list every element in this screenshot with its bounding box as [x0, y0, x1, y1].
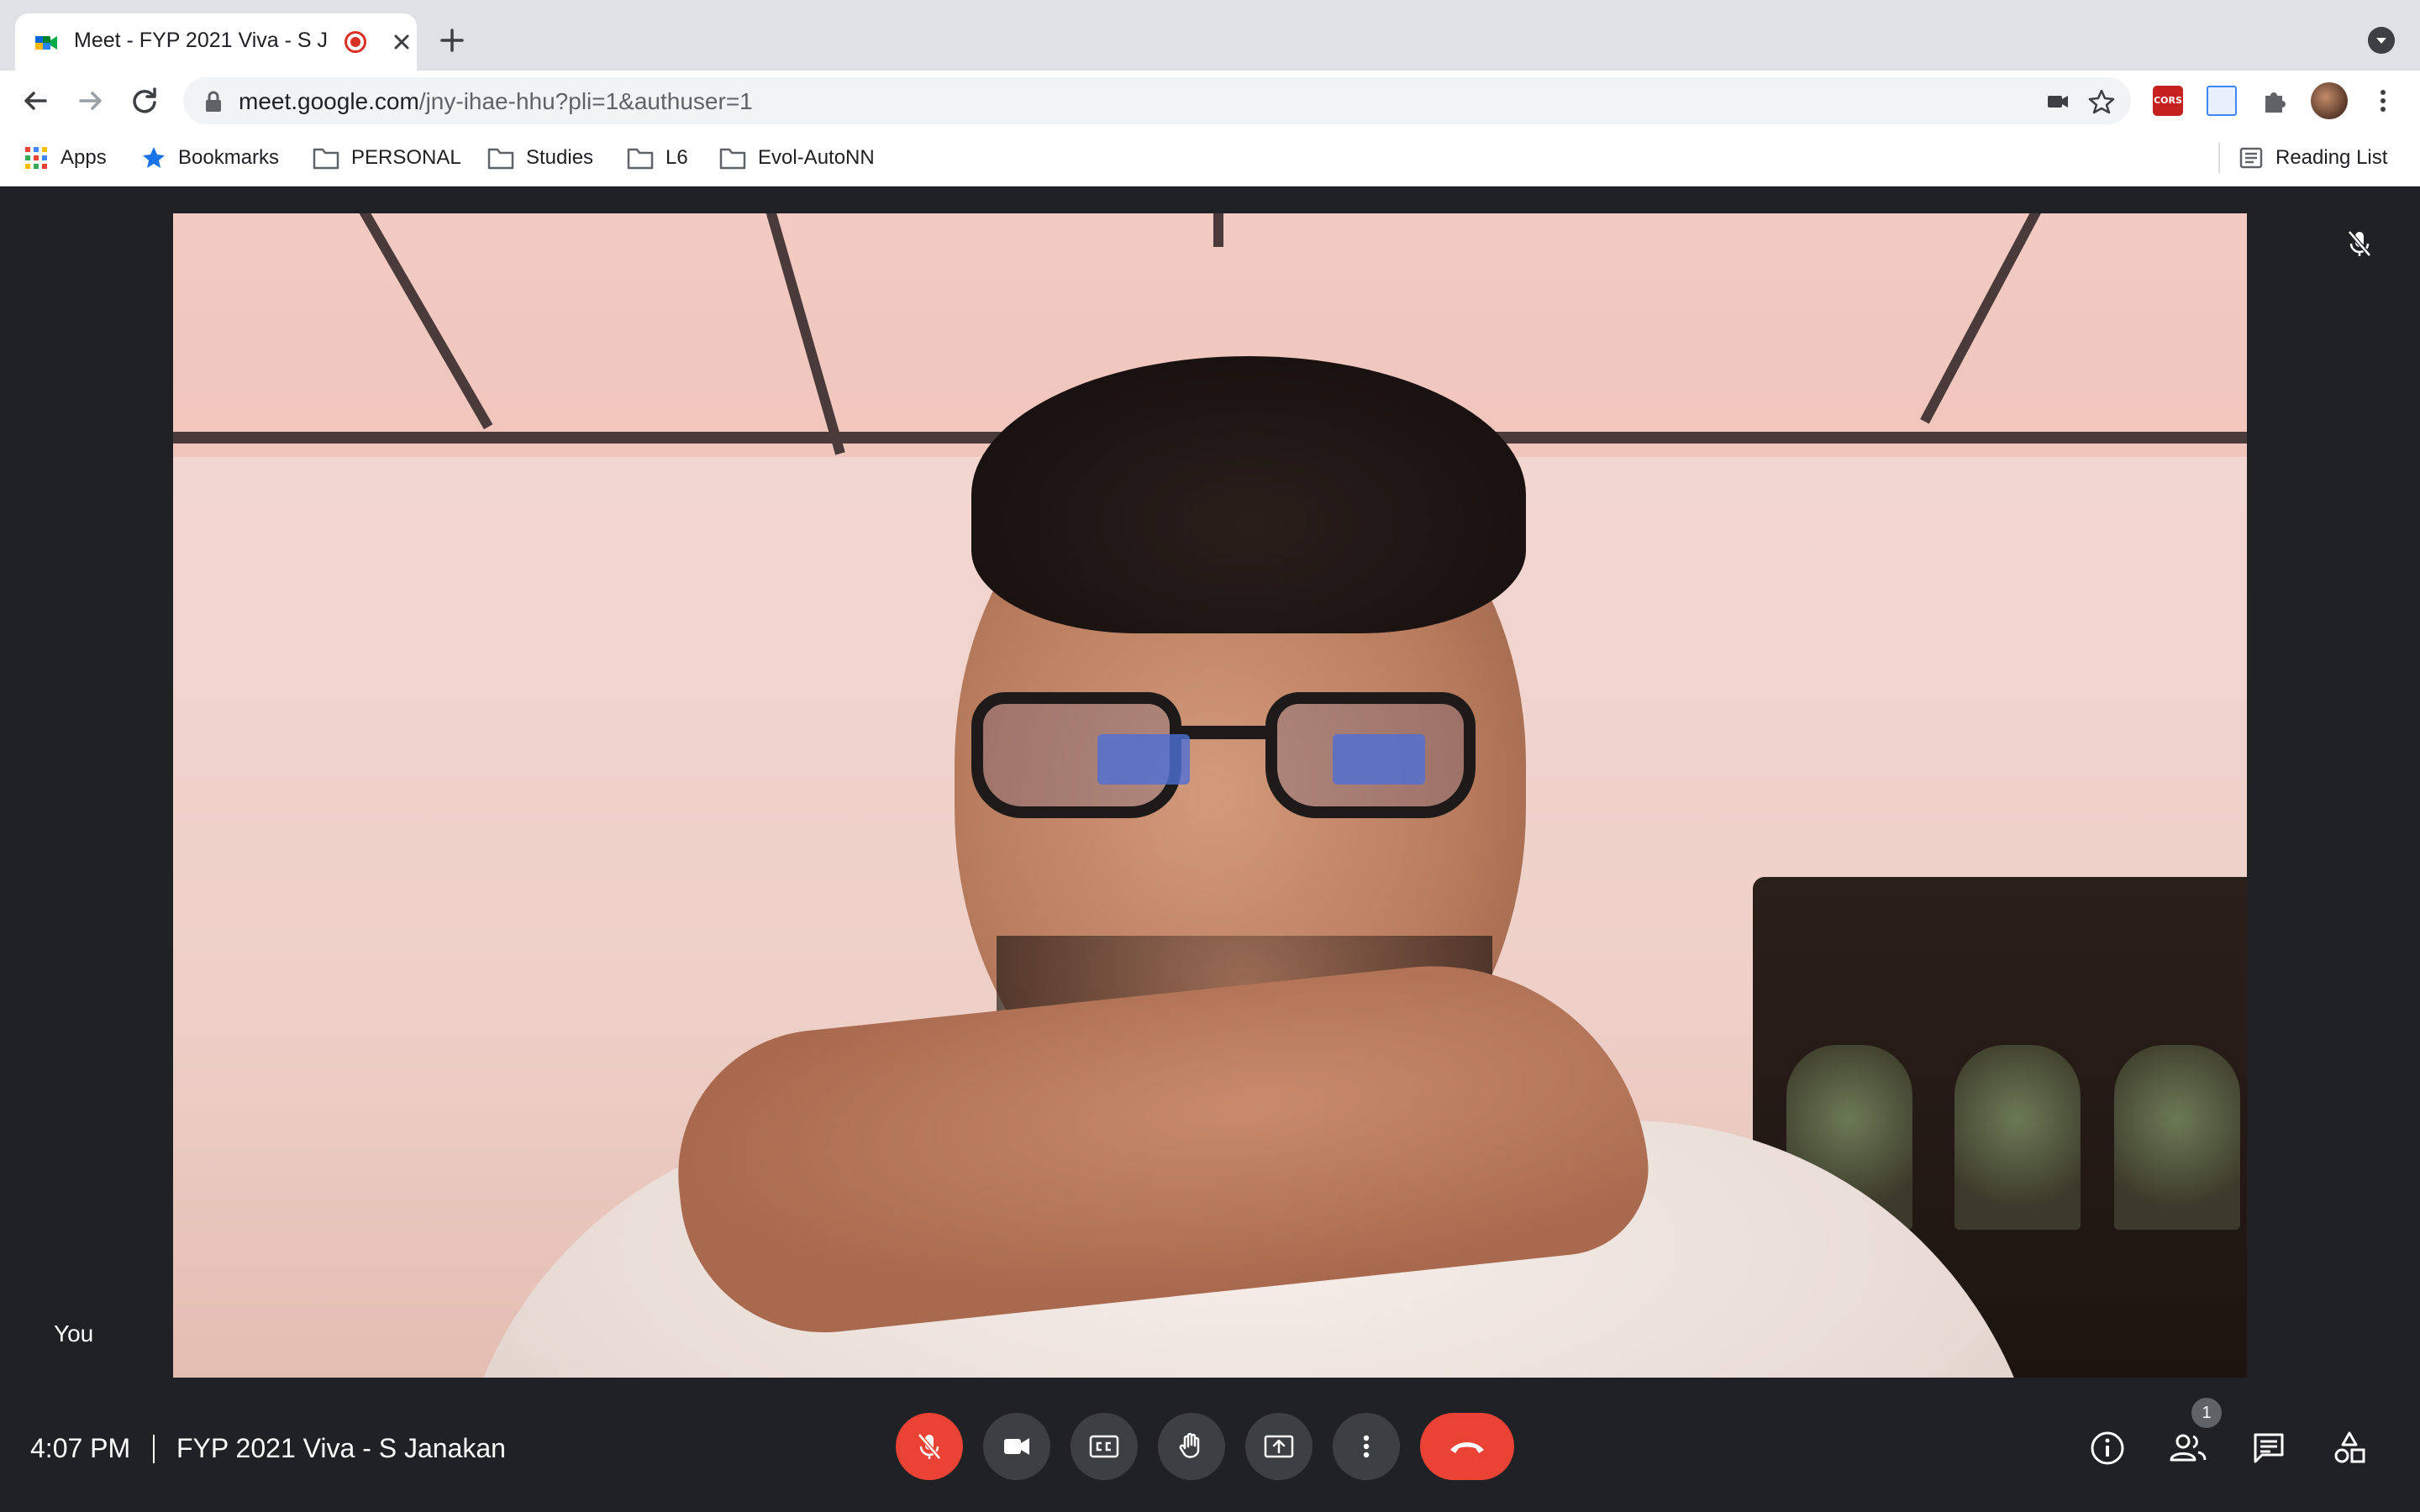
- docs-extension-icon[interactable]: [2207, 86, 2237, 116]
- info-icon: [2091, 1431, 2124, 1465]
- bookmark-apps[interactable]: Apps: [24, 143, 107, 173]
- recording-indicator-icon: [345, 31, 366, 53]
- folder-icon: [719, 148, 746, 170]
- self-video-feed: [173, 213, 2247, 1378]
- folder-icon: [313, 148, 339, 170]
- video-cabinet-panel: [1954, 1045, 2081, 1230]
- camera-toggle-button[interactable]: [983, 1413, 1050, 1480]
- reading-list-label: Reading List: [2275, 146, 2388, 169]
- bookmark-folder-studies[interactable]: Studies: [487, 143, 593, 173]
- cors-extension-icon[interactable]: CORS: [2153, 86, 2183, 116]
- apps-grid-icon: [25, 147, 47, 169]
- self-name-label: You: [54, 1320, 94, 1347]
- closed-captions-icon: [1089, 1435, 1119, 1458]
- profile-avatar[interactable]: [2311, 82, 2348, 119]
- reading-list-icon: [2239, 147, 2263, 169]
- bookmark-label: Bookmarks: [178, 146, 280, 169]
- browser-toolbar: meet.google.com/jny-ihae-hhu?pli=1&authu…: [0, 71, 2420, 131]
- clock-divider: [153, 1435, 155, 1463]
- new-tab-icon[interactable]: [435, 24, 469, 57]
- tab-search-icon[interactable]: [2368, 27, 2395, 54]
- bookmark-label: Evol-AutoNN: [758, 146, 875, 169]
- browser-menu-icon[interactable]: [2368, 86, 2398, 116]
- captions-button[interactable]: [1071, 1413, 1138, 1480]
- lock-icon[interactable]: [203, 91, 224, 113]
- video-cabinet-panel: [2114, 1045, 2240, 1230]
- url-path: /jny-ihae-hhu?pli=1&authuser=1: [418, 88, 753, 114]
- raise-hand-button[interactable]: [1158, 1413, 1225, 1480]
- bookmark-star-icon[interactable]: [2087, 87, 2116, 116]
- bookmark-label: Apps: [60, 146, 107, 169]
- video-beam: [1213, 213, 1223, 247]
- forward-icon[interactable]: [72, 82, 109, 119]
- meeting-title: FYP 2021 Viva - S Janakan: [176, 1433, 506, 1463]
- people-icon: [2170, 1434, 2207, 1462]
- meeting-details-button[interactable]: [2087, 1428, 2128, 1468]
- activities-shapes-icon: [2334, 1431, 2365, 1463]
- present-screen-icon: [1264, 1435, 1294, 1458]
- browser-tab-meet[interactable]: Meet - FYP 2021 Viva - S J: [15, 13, 417, 71]
- chat-button[interactable]: [2249, 1428, 2289, 1468]
- present-screen-button[interactable]: [1245, 1413, 1313, 1480]
- reload-icon[interactable]: [126, 82, 163, 119]
- mic-off-icon: [918, 1433, 941, 1460]
- bookmark-bookmarks[interactable]: Bookmarks: [141, 143, 279, 173]
- google-meet-icon: [35, 36, 57, 50]
- video-lens-glare: [1097, 734, 1190, 785]
- url-text[interactable]: meet.google.com/jny-ihae-hhu?pli=1&authu…: [239, 88, 753, 115]
- bookmarks-divider: [2218, 143, 2220, 173]
- end-call-icon: [1450, 1442, 1484, 1453]
- tab-title: Meet - FYP 2021 Viva - S J: [74, 29, 328, 52]
- bookmark-folder-evol-autonn[interactable]: Evol-AutoNN: [719, 143, 875, 173]
- leave-call-button[interactable]: [1420, 1413, 1514, 1480]
- meeting-clock: 4:07 PM: [30, 1433, 131, 1463]
- bookmark-label: Studies: [526, 146, 594, 169]
- tab-strip: Meet - FYP 2021 Viva - S J: [0, 0, 2420, 71]
- bookmarks-bar: Apps Bookmarks PERSONAL Studies L6 Evol-…: [0, 131, 2420, 186]
- camera-icon: [1004, 1438, 1029, 1455]
- raise-hand-icon: [1179, 1432, 1200, 1458]
- chat-icon: [2254, 1433, 2284, 1463]
- star-icon: [143, 147, 165, 168]
- video-lens-glare: [1333, 734, 1425, 785]
- bookmark-folder-l6[interactable]: L6: [627, 143, 688, 173]
- mic-toggle-button[interactable]: [896, 1413, 963, 1480]
- participants-count-badge: 1: [2191, 1398, 2222, 1428]
- meet-stage: You 4:07 PM FYP 2021 Viva - S Janakan 1: [0, 186, 2420, 1512]
- folder-icon: [627, 148, 654, 170]
- more-options-button[interactable]: [1333, 1413, 1400, 1480]
- url-host: meet.google.com: [239, 88, 419, 114]
- extensions-puzzle-icon[interactable]: [2259, 86, 2289, 116]
- back-icon[interactable]: [17, 82, 54, 119]
- address-bar[interactable]: meet.google.com/jny-ihae-hhu?pli=1&authu…: [183, 77, 2131, 124]
- video-person-hair: [971, 356, 1526, 633]
- reading-list-button[interactable]: Reading List: [2238, 143, 2387, 173]
- more-vert-icon: [1363, 1435, 1370, 1458]
- bookmark-label: L6: [666, 146, 688, 169]
- people-button[interactable]: [2168, 1428, 2208, 1468]
- camera-in-use-icon[interactable]: [2044, 87, 2072, 116]
- tile-mic-off-icon: [2348, 230, 2371, 257]
- bookmark-folder-personal[interactable]: PERSONAL: [313, 143, 461, 173]
- activities-button[interactable]: [2329, 1428, 2370, 1468]
- bookmark-label: PERSONAL: [351, 146, 461, 169]
- folder-icon: [487, 148, 514, 170]
- close-tab-icon[interactable]: [387, 27, 417, 57]
